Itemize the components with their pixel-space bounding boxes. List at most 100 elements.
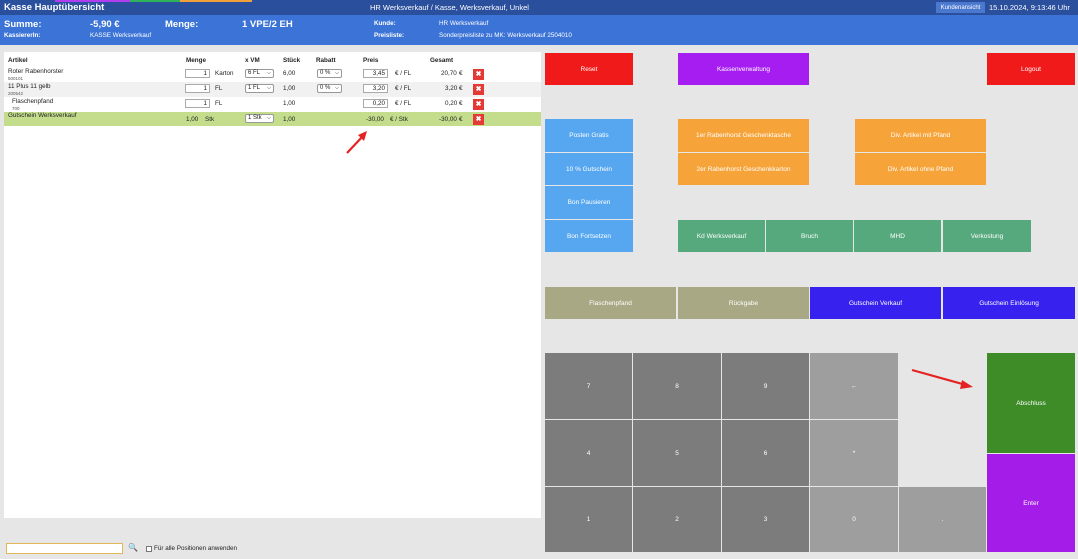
keypad-2[interactable]: 2 [633, 487, 721, 552]
price-value: -30,00 [366, 116, 384, 123]
price-input[interactable]: 3,20 [363, 84, 388, 93]
decimal-key[interactable]: . [899, 487, 986, 552]
currency: € [459, 100, 463, 107]
summary-bar: Summe: -5,90 € Menge: 1 VPE/2 EH Kassier… [0, 15, 1078, 45]
qty-label: Menge: [165, 19, 199, 30]
keypad-7[interactable]: 7 [545, 353, 632, 419]
checkbox[interactable] [146, 545, 152, 552]
vm-select[interactable]: 1 Stk ⌵ [245, 114, 274, 123]
article-code: 500101 [8, 76, 24, 81]
multiply-key[interactable]: * [810, 420, 898, 486]
rabenhorst-karton-button[interactable]: 2er Rabenhorst Geschenkkarton [678, 153, 809, 185]
div-ohne-pfand-button[interactable]: Div. Artikel ohne Pfand [855, 153, 986, 185]
customer-view-button[interactable]: Kundenansicht [936, 2, 985, 13]
unit-label: FL [215, 85, 223, 92]
page-title: Kasse Hauptübersicht [4, 2, 105, 13]
datetime: 15.10.2024, 9:13:46 Uhr [989, 3, 1070, 12]
quantity-input[interactable]: 1 [185, 69, 210, 78]
price-unit: € / FL [395, 100, 412, 107]
keypad-8[interactable]: 8 [633, 353, 721, 419]
delete-icon[interactable]: ✖ [473, 114, 484, 125]
quantity-input[interactable]: 1 [185, 84, 210, 93]
reset-button[interactable]: Reset [545, 53, 633, 85]
quantity-value: 1,00 [186, 116, 199, 123]
pricelist-label: Preisliste: [374, 32, 405, 39]
backspace-key[interactable]: ← [810, 353, 898, 419]
total-value: -30,00 [439, 116, 457, 123]
bruch-button[interactable]: Bruch [766, 220, 853, 252]
total-value: 3,20 [445, 85, 458, 92]
gutschein-verkauf-button[interactable]: Gutschein Verkauf [810, 287, 941, 319]
posten-gratis-button[interactable]: Posten Gratis [545, 119, 633, 152]
keypad-0[interactable]: 0 [810, 487, 898, 552]
apply-all-checkbox[interactable]: Für alle Positionen anwenden [146, 545, 237, 552]
rabenhorst-tasche-button[interactable]: 1er Rabenhorst Geschenktasche [678, 119, 809, 152]
article-name: Roter Rabenhorster [8, 68, 64, 75]
customer-label: Kunde: [374, 20, 396, 27]
rueckgabe-button[interactable]: Rückgabe [678, 287, 809, 319]
keypad-1[interactable]: 1 [545, 487, 632, 552]
vm-select[interactable]: 1 FL ⌵ [245, 84, 274, 93]
table-row: Flaschenpfand 700 1 FL 1,00 0,20 € / FL … [4, 97, 541, 112]
gutschein-einloesung-button[interactable]: Gutschein Einlösung [943, 287, 1075, 319]
cashier-label: KassiererIn: [4, 32, 41, 39]
discount-select-value: 0 % [320, 70, 331, 76]
col-header-stueck: Stück [283, 57, 301, 64]
price-input[interactable]: 0,20 [363, 99, 388, 108]
enter-button[interactable]: Enter [987, 454, 1075, 552]
keypad-4[interactable]: 4 [545, 420, 632, 486]
chevron-down-icon: ⌵ [334, 70, 339, 76]
col-header-rabatt: Rabatt [316, 57, 336, 64]
chevron-down-icon: ⌵ [266, 115, 271, 121]
keypad-6[interactable]: 6 [722, 420, 809, 486]
col-header-artikel: Artikel [8, 57, 28, 64]
total-value: 0,20 [445, 100, 458, 107]
kd-werksverkauf-button[interactable]: Kd Werksverkauf [678, 220, 765, 252]
delete-icon[interactable]: ✖ [473, 99, 484, 110]
search-icon[interactable]: 🔍 [127, 542, 139, 554]
bon-pausieren-button[interactable]: Bon Pausieren [545, 186, 633, 219]
accent-stripe [130, 0, 180, 2]
price-unit: € / FL [395, 70, 412, 77]
search-input[interactable] [6, 543, 123, 554]
col-header-gesamt: Gesamt [430, 57, 454, 64]
col-header-menge: Menge [186, 57, 206, 64]
price-unit: € / Stk [390, 116, 408, 123]
div-mit-pfand-button[interactable]: Div. Artikel mit Pfand [855, 119, 986, 152]
bon-fortsetzen-button[interactable]: Bon Fortsetzen [545, 220, 633, 252]
gutschein-10-button[interactable]: 10 % Gutschein [545, 153, 633, 185]
mhd-button[interactable]: MHD [854, 220, 941, 252]
apply-all-label: Für alle Positionen anwenden [154, 545, 237, 552]
discount-select[interactable]: 0 % ⌵ [317, 69, 342, 78]
pieces-value: 6,00 [283, 70, 296, 77]
col-header-xvm: x VM [245, 57, 260, 64]
total-value: 20,70 [441, 70, 457, 77]
qty-value: 1 VPE/2 EH [242, 19, 293, 30]
verkostung-button[interactable]: Verkostung [943, 220, 1031, 252]
price-input[interactable]: 3,45 [363, 69, 388, 78]
pricelist-value: Sonderpreisliste zu MK: Werksverkauf 250… [439, 32, 572, 39]
discount-select[interactable]: 0 % ⌵ [317, 84, 342, 93]
logout-button[interactable]: Logout [987, 53, 1075, 85]
customer-value: HR Werksverkauf [439, 20, 489, 27]
keypad-3[interactable]: 3 [722, 487, 809, 552]
abschluss-button[interactable]: Abschluss [987, 353, 1075, 453]
vm-select-value: 6 FL [248, 70, 261, 76]
pieces-value: 1,00 [283, 100, 296, 107]
quantity-input[interactable]: 1 [185, 99, 210, 108]
delete-icon[interactable]: ✖ [473, 84, 484, 95]
keypad-5[interactable]: 5 [633, 420, 721, 486]
currency: € [459, 116, 463, 123]
sum-label: Summe: [4, 19, 42, 30]
keypad-9[interactable]: 9 [722, 353, 809, 419]
delete-icon[interactable]: ✖ [473, 69, 484, 80]
table-row: Gutschein Werksverkauf 1,00 Stk 1 Stk ⌵ 1… [4, 112, 541, 126]
kassenverwaltung-button[interactable]: Kassenverwaltung [678, 53, 809, 85]
accent-stripe [180, 0, 252, 2]
vm-select[interactable]: 6 FL ⌵ [245, 69, 274, 78]
flaschenpfand-button[interactable]: Flaschenpfand [545, 287, 676, 319]
pieces-value: 1,00 [283, 85, 296, 92]
cashier-value: KASSE Werksverkauf [90, 32, 152, 39]
sum-value: -5,90 € [90, 19, 120, 30]
vm-select-value: 1 FL [248, 85, 261, 91]
